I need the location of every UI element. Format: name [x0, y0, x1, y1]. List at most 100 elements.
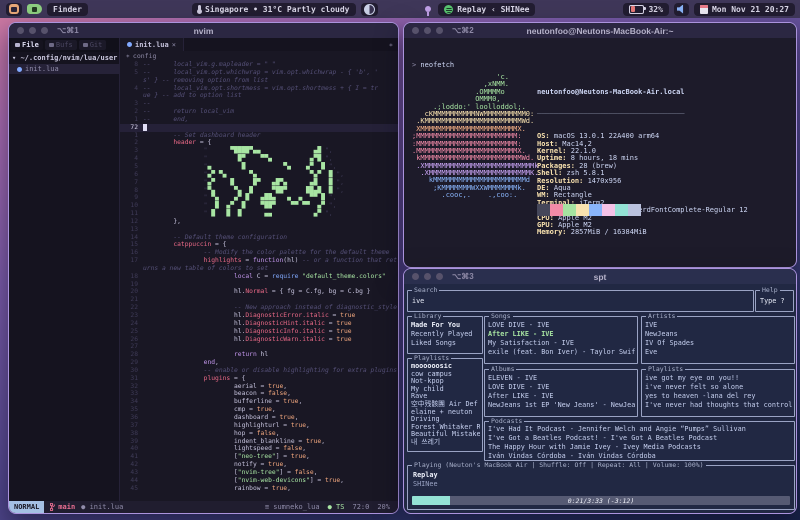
list-item[interactable]: NewJeans [645, 330, 792, 339]
weather-widget[interactable]: Singapore • 31°C Partly cloudy [192, 3, 356, 16]
tree-root-path[interactable]: ▾ ~/.config/nvim/lua/user [9, 52, 119, 64]
search-input[interactable]: ive [412, 297, 424, 305]
playlists-left-panel: Playlists moooooosiccow campusNot-kpopMy… [407, 358, 483, 452]
tab-file[interactable]: File [11, 40, 43, 50]
list-item[interactable]: Eve [645, 348, 792, 357]
panel-title: Artists [646, 313, 677, 320]
line-number: 33 [120, 390, 138, 398]
list-item[interactable]: The Happy Hour with Jamie Ivey - Ivey Me… [488, 443, 792, 452]
code-line: 31 plugins = { [120, 375, 398, 383]
list-item[interactable]: After LIKE - IVE [488, 330, 635, 339]
code-line: 38 hop = false, [120, 430, 398, 438]
palette-swatch [615, 204, 628, 216]
line-number: 35 [120, 406, 138, 414]
tree-file-item[interactable]: init.lua [9, 64, 119, 74]
line-number: 17 [120, 257, 138, 265]
list-item[interactable]: yes to heaven -lana del rey [645, 392, 792, 401]
settings-icon[interactable]: ∗ [384, 41, 398, 49]
volume-widget[interactable] [674, 3, 689, 16]
workspace-badge[interactable] [27, 4, 42, 14]
line-number: 8 [120, 187, 138, 195]
code-line: 8-- local_vim.g.mapleader = " " [120, 61, 398, 69]
neofetch-palette [537, 204, 641, 216]
code-line: 6 "▄▀ ▀▄ ▀▄ ▀▄▀ █ ", [120, 171, 398, 179]
code-line: 42 notify = true, [120, 461, 398, 469]
palette-swatch [550, 204, 563, 216]
list-item[interactable]: NewJeans 1st EP 'New Jeans' - NewJeans [488, 401, 635, 410]
list-item[interactable]: I've never had thoughts that control me [645, 401, 792, 410]
line-number: 41 [120, 453, 138, 461]
list-item[interactable]: I've Had It Podcast - Jennifer Welch and… [488, 425, 792, 434]
finder-menu[interactable]: Finder [47, 3, 88, 16]
list-item[interactable]: 내 쓰레기 [411, 439, 480, 447]
panel-title: Library [412, 313, 443, 320]
list-item[interactable]: LOVE DIVE - IVE [488, 321, 635, 330]
line-number: 21 [120, 296, 138, 304]
code-line: urns a new table of colors to set [120, 265, 398, 273]
code-line: 33 beacon = false, [120, 390, 398, 398]
line-number: 29 [120, 359, 138, 367]
now-playing-widget[interactable]: Replay ‹ SHINee [438, 3, 535, 16]
list-item[interactable]: IVE [645, 321, 792, 330]
minimize-button[interactable] [29, 27, 36, 34]
line-number: 32 [120, 383, 138, 391]
terminal-content[interactable]: > neofetch 'c. ,xNMM. .OMMMMo OMMM0, .;l… [404, 38, 796, 267]
list-item[interactable]: My Satisfaction - IVE [488, 339, 635, 348]
list-item[interactable]: I've Got a Beatles Podcast! - I've Got A… [488, 434, 792, 443]
neotree-tabs: File Bufs Git [9, 38, 119, 52]
panel-title: Help [760, 287, 780, 294]
minimize-button[interactable] [424, 273, 431, 280]
breadcrumb: ∗ config [120, 51, 398, 61]
list-item[interactable]: ELEVEN - IVE [488, 374, 635, 383]
list-item[interactable]: ive got my eye on you!! [645, 374, 792, 383]
tab-git[interactable]: Git [79, 40, 107, 50]
list-item[interactable]: After LIKE - IVE [488, 392, 635, 401]
code-line: 36 dashboard = true, [120, 414, 398, 422]
list-item[interactable]: LOVE DIVE - IVE [488, 383, 635, 392]
calendar-icon [700, 5, 708, 14]
close-tab-icon[interactable]: × [172, 41, 176, 49]
minimize-button[interactable] [424, 27, 431, 34]
list-item[interactable]: IV Of Spades [645, 339, 792, 348]
list-item[interactable]: Iván Vindas Córdoba - Iván Vindas Córdob… [488, 452, 792, 459]
code-line: 22 -- New approach instead of diagnostic… [120, 304, 398, 312]
buffer-tab[interactable]: init.lua × [120, 38, 184, 51]
zoom-button[interactable] [41, 27, 48, 34]
line-number: 22 [120, 304, 138, 312]
zoom-button[interactable] [436, 27, 443, 34]
podcasts-list: I've Had It Podcast - Jennifer Welch and… [488, 425, 792, 459]
tab-bufs[interactable]: Bufs [45, 40, 77, 50]
neofetch-separator: ─────────────────────────────────── [537, 111, 748, 118]
albums-list: ELEVEN - IVELOVE DIVE - IVEAfter LIKE - … [488, 374, 635, 415]
panel-title: Podcasts [489, 418, 524, 425]
palette-swatch [602, 204, 615, 216]
apple-menu-button[interactable] [6, 3, 22, 16]
clock-widget[interactable]: Mon Nov 21 20:27 [694, 3, 795, 16]
list-item[interactable]: Liked Songs [411, 339, 480, 348]
pin-icon[interactable] [425, 6, 431, 12]
line-number: 2 [120, 108, 138, 116]
close-button[interactable] [412, 27, 419, 34]
code-line: 1-- end, [120, 116, 398, 124]
display-toggle[interactable] [361, 3, 378, 16]
close-button[interactable] [17, 27, 24, 34]
command-text: neofetch [416, 61, 454, 69]
code-line: 3 " ▀████▀▄▄ ▄█ ", [120, 147, 398, 155]
battery-widget[interactable]: 32% [623, 3, 668, 16]
progress-bar[interactable]: 0:21/3:33 (-3:12) [412, 496, 790, 505]
zoom-button[interactable] [436, 273, 443, 280]
ascii-art-line: .cooc,. .,coo:. [412, 192, 538, 199]
list-item[interactable]: Made For You [411, 321, 480, 330]
list-item[interactable]: i've never felt so alone [645, 383, 792, 392]
bufs-tab-icon [49, 43, 54, 47]
list-item[interactable]: exile (feat. Bon Iver) - Taylor Swift, [488, 348, 635, 357]
panel-title: Search [412, 287, 439, 294]
line-number: 10 [120, 202, 138, 210]
close-button[interactable] [412, 273, 419, 280]
code-line: 40 lightspeed = false, [120, 445, 398, 453]
search-panel[interactable]: Search ive [407, 290, 754, 312]
neofetch-info: neutonfoo@Neutons-MacBook-Air.local ────… [537, 74, 748, 252]
code-area[interactable]: 8-- local_vim.g.mapleader = " "5-- local… [120, 61, 398, 501]
code-line: 25 hl.DiagnosticInfo.italic = true [120, 328, 398, 336]
list-item[interactable]: Recently Played [411, 330, 480, 339]
